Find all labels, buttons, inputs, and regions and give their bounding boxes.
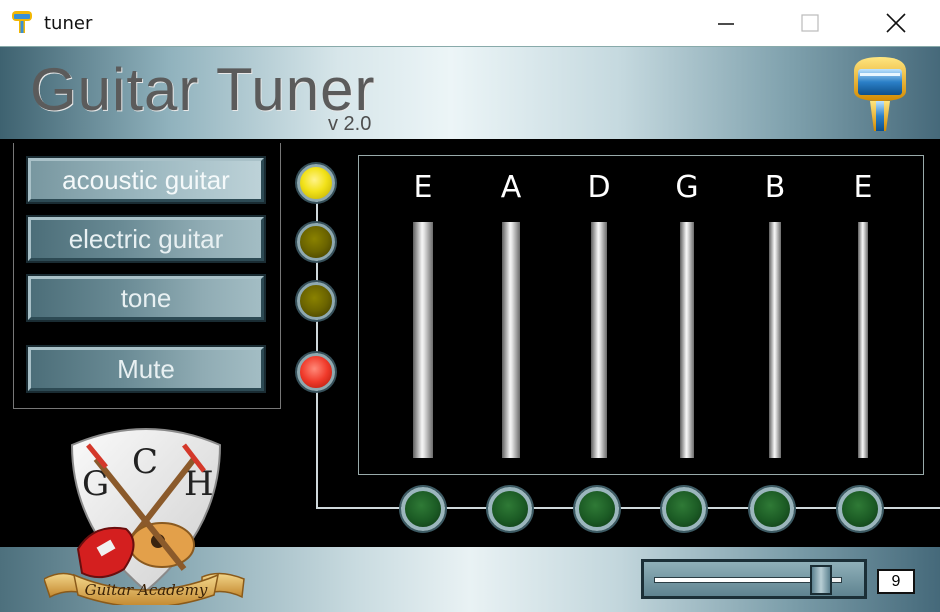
string-column: B: [745, 156, 805, 474]
mute-button[interactable]: Mute: [28, 347, 264, 391]
string-3-button[interactable]: [575, 487, 619, 531]
volume-slider[interactable]: [641, 559, 867, 599]
tuner-app: Guitar Tuner v 2.0 acoustic guitar elect…: [0, 46, 940, 612]
string-column: G: [657, 156, 717, 474]
window-title: tuner: [44, 13, 93, 34]
string-4-button[interactable]: [662, 487, 706, 531]
string-bar: [591, 222, 607, 458]
minimize-button[interactable]: [698, 0, 754, 46]
electric-indicator-light: [297, 223, 335, 261]
string-1-button[interactable]: [401, 487, 445, 531]
strings-display: E A D G B E: [358, 155, 924, 475]
electric-guitar-button[interactable]: electric guitar: [28, 217, 264, 261]
string-2-button[interactable]: [488, 487, 532, 531]
tuner-app-icon: [12, 11, 32, 33]
volume-slider-thumb[interactable]: [810, 565, 833, 595]
tone-indicator-light: [297, 282, 335, 320]
acoustic-guitar-button[interactable]: acoustic guitar: [28, 158, 264, 202]
acoustic-indicator-light: [297, 164, 335, 202]
maximize-icon: [801, 14, 819, 32]
string-5-button[interactable]: [750, 487, 794, 531]
string-note-label: D: [587, 170, 611, 205]
close-button[interactable]: [868, 0, 924, 46]
string-bar: [502, 222, 520, 458]
string-bar: [413, 222, 433, 458]
string-bar: [858, 222, 868, 458]
maximize-button[interactable]: [782, 0, 838, 46]
string-bar: [769, 222, 781, 458]
mute-indicator-light: [297, 353, 335, 391]
string-note-label: B: [764, 170, 786, 205]
string-6-button[interactable]: [838, 487, 882, 531]
string-column: E: [833, 156, 893, 474]
string-note-label: A: [500, 170, 522, 205]
tone-button[interactable]: tone: [28, 276, 264, 320]
string-bar: [680, 222, 694, 458]
string-column: D: [569, 156, 629, 474]
version-label: v 2.0: [328, 113, 372, 135]
emblem-ribbon-text: Guitar Academy: [85, 581, 208, 599]
string-note-label: E: [853, 170, 873, 205]
volume-slider-fill: [655, 578, 823, 582]
header-banner: Guitar Tuner v 2.0: [0, 47, 940, 139]
title-bar: tuner: [0, 0, 940, 46]
tuner-logo-icon: [854, 57, 906, 131]
string-note-label: E: [413, 170, 433, 205]
string-column: A: [481, 156, 541, 474]
close-icon: [886, 13, 906, 33]
guitar-academy-emblem: G C H Guitar Academy: [44, 428, 245, 605]
volume-value: 9: [877, 569, 915, 594]
app-heading: Guitar Tuner: [30, 56, 376, 123]
string-note-label: G: [675, 170, 699, 205]
emblem-letter: C: [132, 442, 158, 482]
minimize-icon: [718, 23, 734, 25]
string-column: E: [393, 156, 453, 474]
